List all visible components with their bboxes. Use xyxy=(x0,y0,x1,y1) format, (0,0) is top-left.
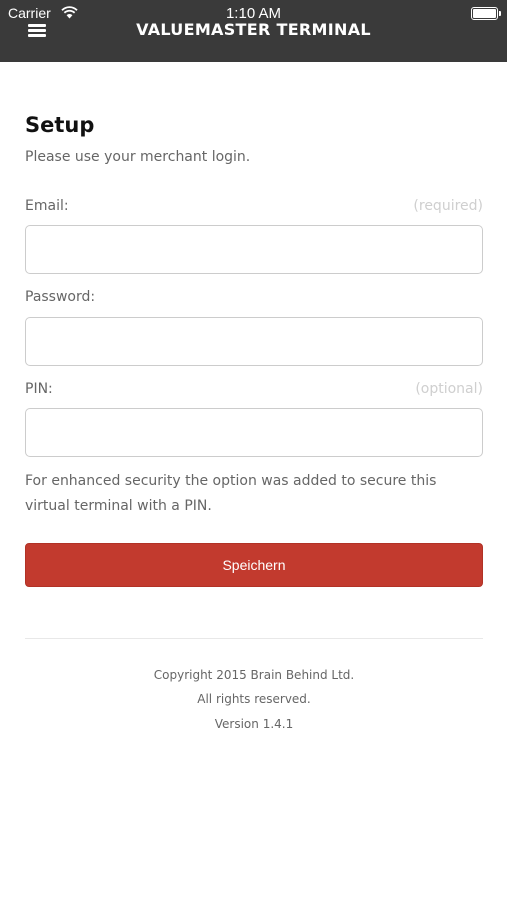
app-title: VALUEMASTER TERMINAL xyxy=(136,20,371,39)
battery-icon xyxy=(471,7,501,20)
page-subtitle: Please use your merchant login. xyxy=(25,149,251,165)
password-field[interactable] xyxy=(25,317,483,366)
email-required-hint: (required) xyxy=(413,198,483,214)
app-header: Carrier 1:10 AM VALUEMASTER TERMINAL xyxy=(0,0,507,62)
security-note: For enhanced security the option was add… xyxy=(25,473,437,514)
footer-rights: All rights reserved. xyxy=(197,692,311,706)
page-title: Setup xyxy=(25,113,95,137)
email-field[interactable] xyxy=(25,225,483,274)
save-button[interactable]: Speichern xyxy=(25,543,483,587)
footer-version: Version 1.4.1 xyxy=(214,717,294,731)
pin-label: PIN: xyxy=(25,381,53,397)
email-label: Email: xyxy=(25,198,69,214)
password-label: Password: xyxy=(25,289,96,305)
divider xyxy=(25,638,483,639)
pin-optional-hint: (optional) xyxy=(415,381,483,397)
footer-copyright: Copyright 2015 Brain Behind Ltd. xyxy=(153,668,355,682)
pin-field[interactable] xyxy=(25,408,483,457)
